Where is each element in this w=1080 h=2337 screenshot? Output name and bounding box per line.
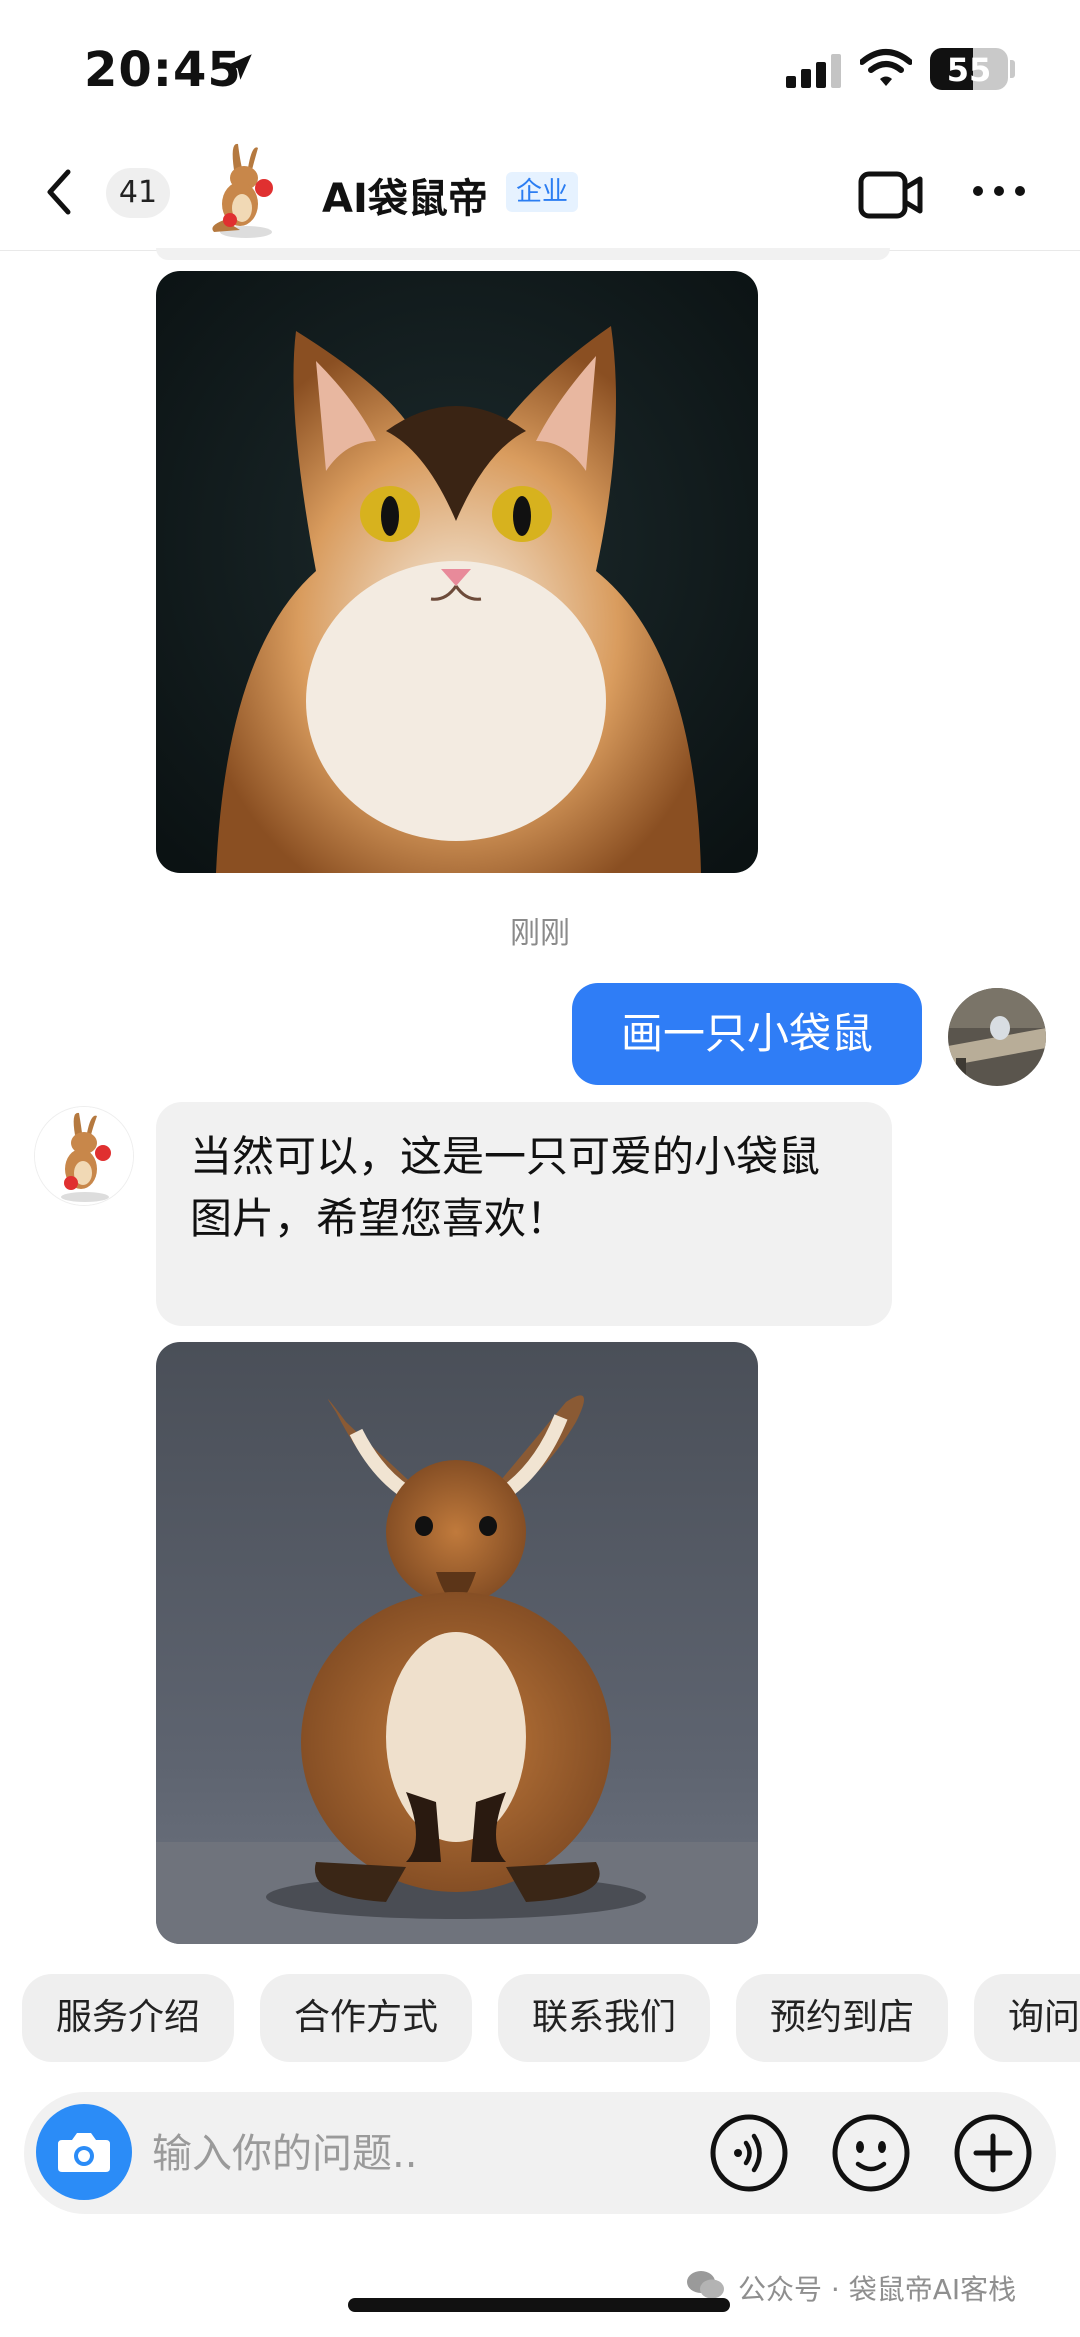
home-indicator[interactable] [348, 2298, 730, 2312]
message-input-bar [24, 2092, 1056, 2214]
back-chevron-icon[interactable] [40, 162, 80, 222]
quick-reply-contact-us[interactable]: 联系我们 [498, 1974, 711, 2062]
battery-icon: 55 [930, 48, 1008, 90]
location-arrow-icon [226, 54, 252, 80]
status-time: 20:45 [84, 42, 242, 98]
watermark-text: 公众号 · 袋鼠帝AI客栈 [738, 2273, 1017, 2306]
kangaroo-image[interactable] [156, 1342, 758, 1944]
battery-level: 55 [946, 51, 992, 89]
bot-message-text: 当然可以，这是一只可爱的小袋鼠图片，希望您喜欢！ [190, 1132, 821, 1243]
user-message-bubble[interactable]: 画一只小袋鼠 [572, 983, 922, 1085]
quick-reply-bar: 服务介绍 合作方式 联系我们 预约到店 询问 [0, 1974, 1080, 2064]
user-avatar[interactable] [948, 988, 1046, 1086]
message-input[interactable] [150, 2122, 694, 2186]
message-timestamp: 刚刚 [510, 916, 570, 951]
bot-avatar[interactable] [200, 140, 292, 240]
cellular-signal-icon [786, 54, 841, 88]
video-call-icon[interactable] [858, 168, 924, 222]
quick-reply-service-intro[interactable]: 服务介绍 [22, 1974, 235, 2062]
quick-reply-inquiry[interactable]: 询问 [974, 1974, 1080, 2062]
enterprise-badge: 企业 [506, 172, 579, 212]
status-bar: 20:45 55 [0, 0, 1080, 140]
emoji-icon[interactable] [830, 2112, 912, 2194]
more-options-icon[interactable] [972, 184, 1026, 198]
chat-header: 41 AI袋鼠帝 企业 [0, 140, 1080, 251]
voice-icon[interactable] [708, 2112, 790, 2194]
previous-message-bubble [156, 248, 890, 260]
wifi-icon [860, 49, 912, 86]
wechat-icon [687, 2271, 724, 2299]
chat-title: AI袋鼠帝 [322, 176, 488, 222]
plus-icon[interactable] [952, 2112, 1034, 2194]
quick-reply-cooperation[interactable]: 合作方式 [260, 1974, 473, 2062]
camera-button[interactable] [36, 2104, 132, 2200]
bot-message-avatar[interactable] [34, 1106, 134, 1206]
cat-image[interactable] [156, 271, 758, 873]
camera-icon [58, 2133, 110, 2172]
bot-message-bubble[interactable]: 当然可以，这是一只可爱的小袋鼠图片，希望您喜欢！ [156, 1102, 892, 1326]
unread-count-badge[interactable]: 41 [106, 168, 170, 218]
quick-reply-book-visit[interactable]: 预约到店 [736, 1974, 949, 2062]
